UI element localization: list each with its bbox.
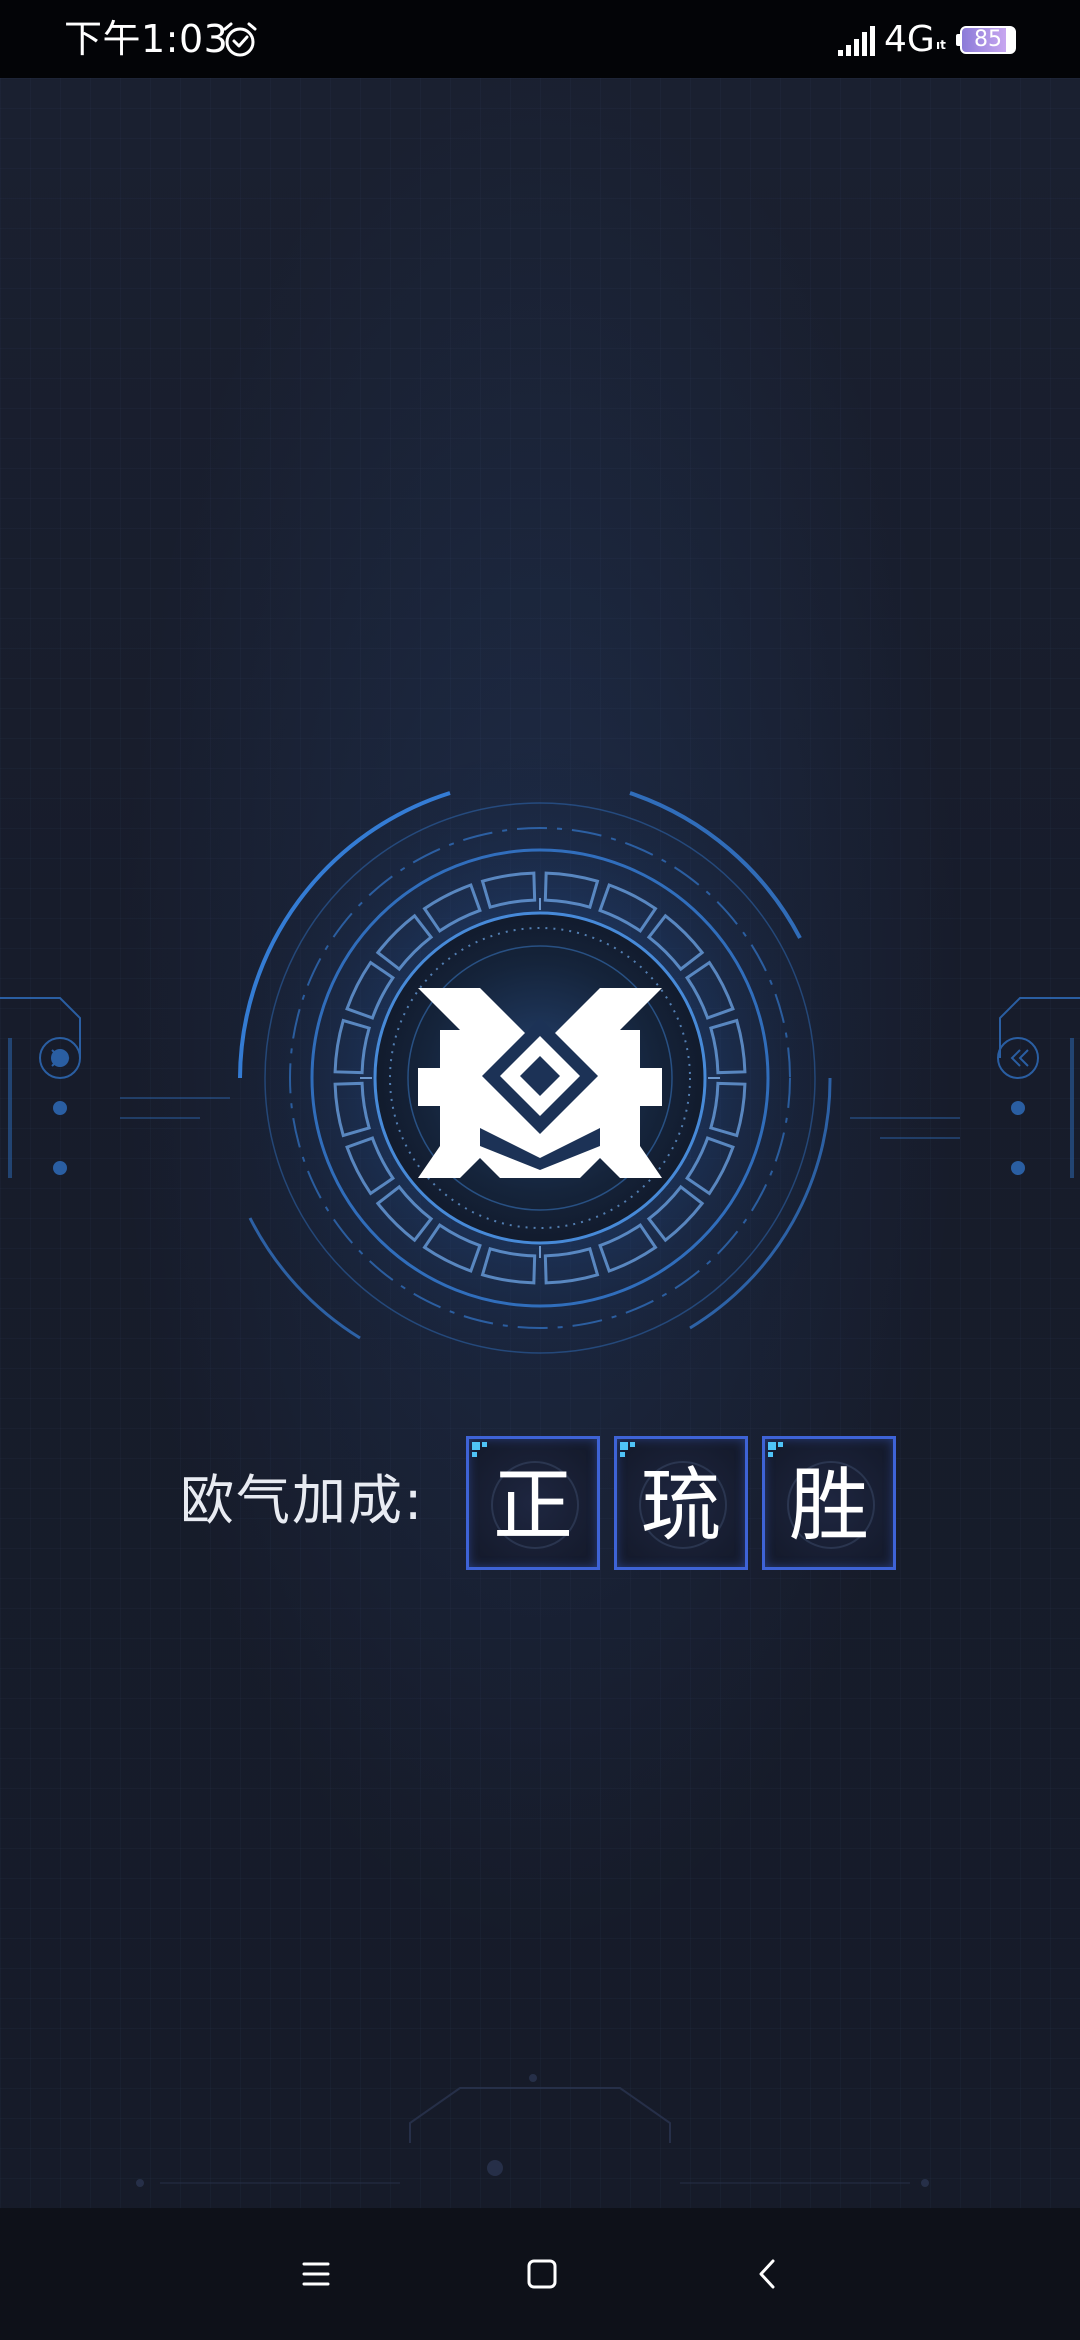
network-activity-indicator: ıt bbox=[936, 38, 946, 52]
signal-icon bbox=[838, 26, 875, 56]
bottom-decoration bbox=[136, 2074, 929, 2187]
name-char: 琉 bbox=[641, 1459, 721, 1552]
back-icon[interactable] bbox=[738, 2244, 798, 2304]
network-type-label: 4G bbox=[884, 19, 935, 60]
name-char: 正 bbox=[493, 1459, 573, 1552]
battery-icon: 85 bbox=[956, 26, 1020, 56]
home-icon[interactable] bbox=[512, 2244, 572, 2304]
name-char: 胜 bbox=[789, 1459, 869, 1552]
luck-bonus-label: 欧气加成: bbox=[180, 1469, 425, 1532]
splash-screen: 欧气加成: 正 琉 胜 bbox=[0, 78, 1080, 2208]
status-bar: 下午1:03 4G ıt 85 bbox=[0, 0, 1080, 78]
app-screen: 下午1:03 4G ıt 85 欧气加成: 正 琉 胜 bbox=[0, 0, 1080, 2340]
alarm-icon bbox=[223, 22, 257, 57]
status-time: 下午1:03 bbox=[64, 17, 229, 61]
game-logo-emblem bbox=[0, 748, 1080, 1408]
battery-level-text: 85 bbox=[974, 27, 1002, 52]
navigation-bar bbox=[0, 2208, 1080, 2340]
menu-icon[interactable] bbox=[286, 2244, 346, 2304]
name-char-box-3: 胜 bbox=[762, 1436, 896, 1570]
luck-bonus-row: 欧气加成: 正 琉 胜 bbox=[0, 1428, 1080, 1578]
name-char-box-1: 正 bbox=[466, 1436, 600, 1570]
name-char-box-2: 琉 bbox=[614, 1436, 748, 1570]
